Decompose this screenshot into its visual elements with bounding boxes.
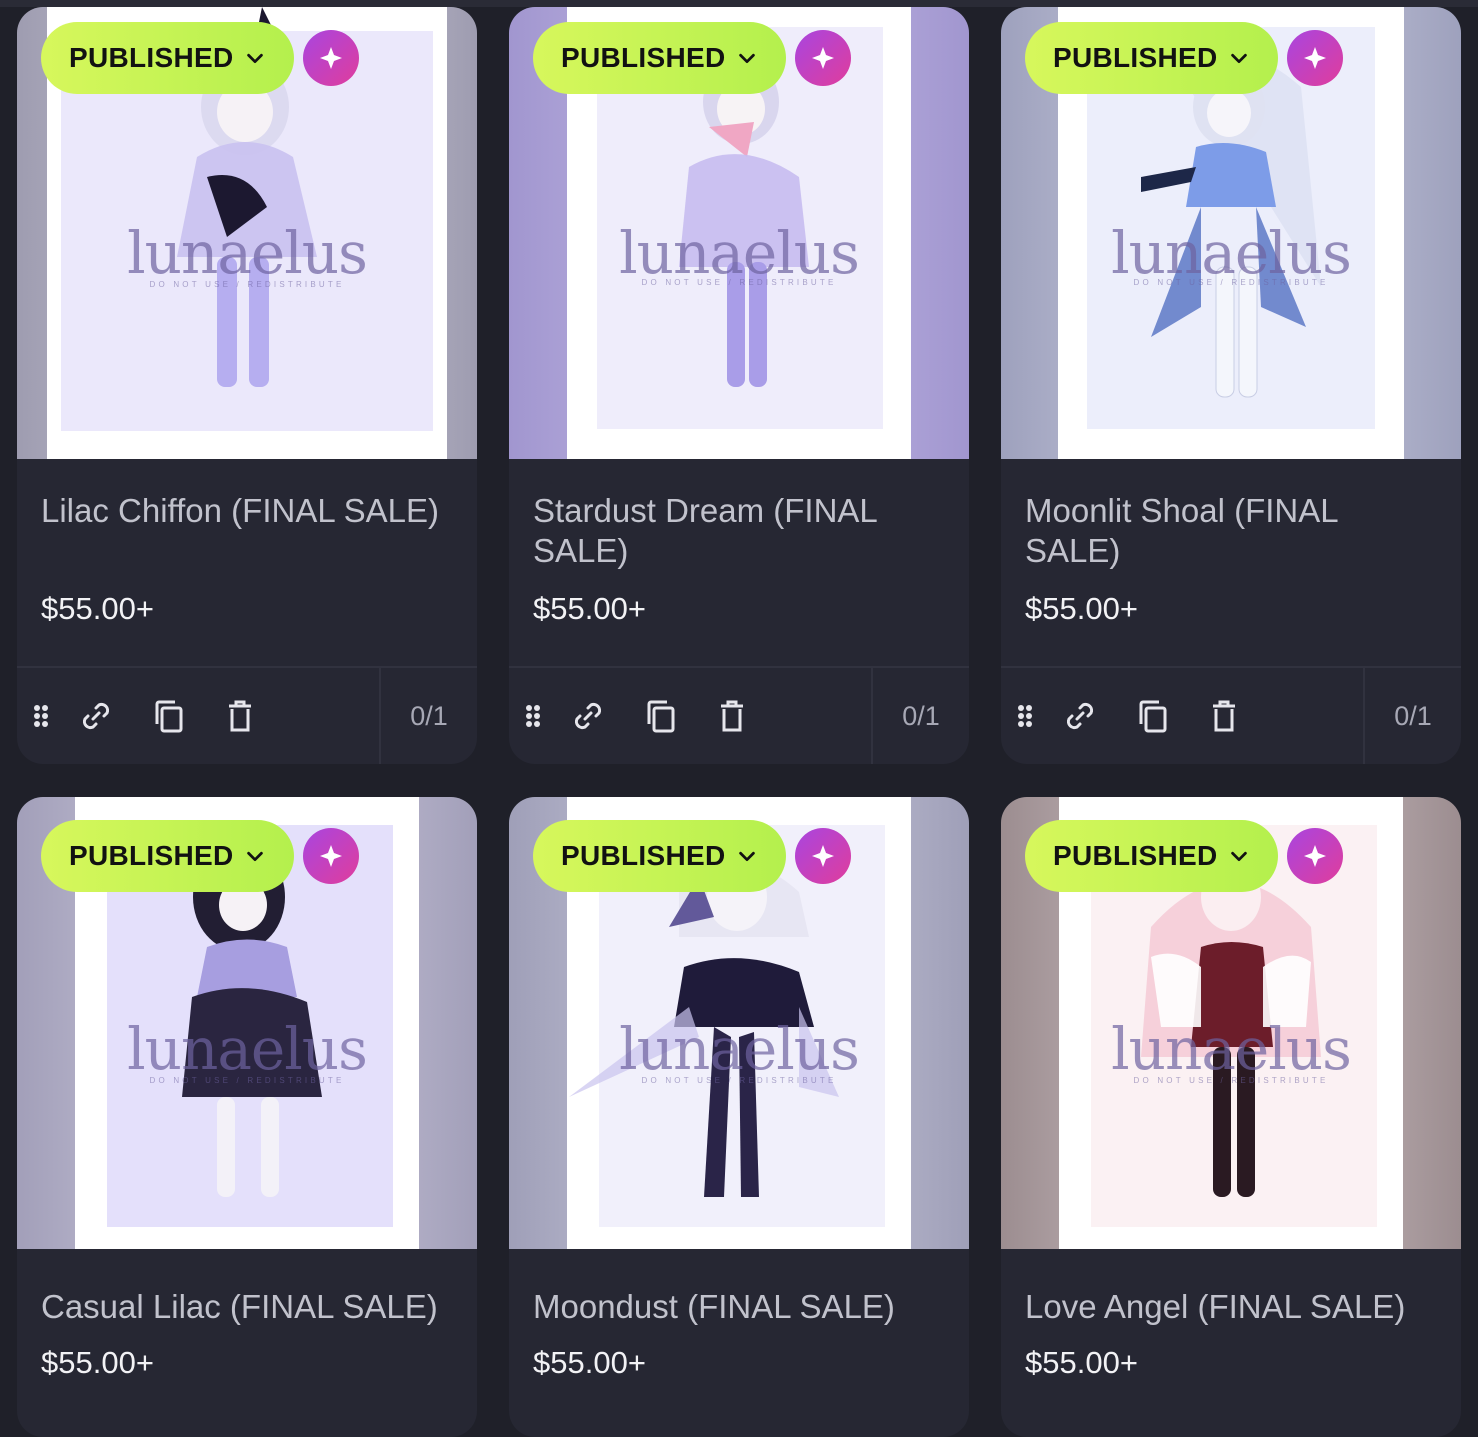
- duplicate-icon: [647, 700, 675, 733]
- listing-actions: 0/1: [17, 666, 477, 764]
- sparkle-icon: [320, 845, 342, 867]
- stock-count: 0/1: [871, 668, 969, 764]
- sparkle-button[interactable]: [1287, 30, 1343, 86]
- chevron-down-icon: [738, 53, 755, 64]
- status-label: PUBLISHED: [69, 42, 234, 73]
- status-label: PUBLISHED: [69, 840, 234, 871]
- drag-handle-icon: [1018, 705, 1032, 727]
- sparkle-icon: [812, 47, 834, 69]
- listing-image[interactable]: lunaelus DO NOT USE / REDISTRIBUTE PUBLI…: [509, 797, 969, 1249]
- listing-image[interactable]: lunaelus DO NOT USE / REDISTRIBUTE PUBLI…: [1001, 7, 1461, 459]
- status-dropdown[interactable]: PUBLISHED: [1025, 820, 1278, 892]
- listing-actions: 0/1: [1001, 666, 1461, 764]
- listing-price: $55.00+: [533, 591, 646, 626]
- stock-count: 0/1: [379, 668, 477, 764]
- duplicate-button[interactable]: [1132, 696, 1172, 736]
- copy-link-button[interactable]: [568, 696, 608, 736]
- listing-image[interactable]: lunaelus DO NOT USE / REDISTRIBUTE PUBLI…: [17, 7, 477, 459]
- chevron-down-icon: [246, 53, 263, 64]
- watermark-subtext: DO NOT USE / REDISTRIBUTE: [149, 280, 345, 289]
- listing-image[interactable]: lunaelus DO NOT USE / REDISTRIBUTE PUBLI…: [509, 7, 969, 459]
- watermark: lunaelus: [1111, 1015, 1352, 1083]
- listing-card[interactable]: lunaelus DO NOT USE / REDISTRIBUTE PUBLI…: [17, 7, 477, 764]
- link-icon: [82, 702, 110, 730]
- listing-title[interactable]: Lilac Chiffon (FINAL SALE): [41, 491, 441, 531]
- delete-button[interactable]: [220, 696, 260, 736]
- top-divider: [0, 0, 1478, 7]
- listing-price: $55.00+: [41, 591, 154, 626]
- sparkle-button[interactable]: [303, 30, 359, 86]
- link-icon: [574, 702, 602, 730]
- chevron-down-icon: [246, 851, 263, 862]
- trash-icon: [1213, 700, 1235, 732]
- status-label: PUBLISHED: [1053, 840, 1218, 871]
- listing-title[interactable]: Moondust (FINAL SALE): [533, 1287, 963, 1327]
- duplicate-icon: [155, 700, 183, 733]
- listing-card[interactable]: lunaelus DO NOT USE / REDISTRIBUTE PUBLI…: [17, 797, 477, 1437]
- sparkle-button[interactable]: [1287, 828, 1343, 884]
- status-label: PUBLISHED: [561, 840, 726, 871]
- drag-handle-icon: [34, 705, 48, 727]
- watermark: lunaelus: [127, 219, 368, 287]
- listing-title[interactable]: Love Angel (FINAL SALE): [1025, 1287, 1455, 1327]
- listing-card[interactable]: lunaelus DO NOT USE / REDISTRIBUTE PUBLI…: [1001, 797, 1461, 1437]
- sparkle-icon: [1304, 47, 1326, 69]
- listing-actions: 0/1: [509, 666, 969, 764]
- drag-handle-icon: [526, 705, 540, 727]
- chevron-down-icon: [1230, 53, 1247, 64]
- trash-icon: [721, 700, 743, 732]
- status-dropdown[interactable]: PUBLISHED: [41, 820, 294, 892]
- duplicate-button[interactable]: [640, 696, 680, 736]
- sparkle-button[interactable]: [303, 828, 359, 884]
- listing-price: $55.00+: [41, 1345, 154, 1380]
- status-dropdown[interactable]: PUBLISHED: [41, 22, 294, 94]
- watermark-subtext: DO NOT USE / REDISTRIBUTE: [1133, 1076, 1329, 1085]
- status-dropdown[interactable]: PUBLISHED: [1025, 22, 1278, 94]
- status-dropdown[interactable]: PUBLISHED: [533, 22, 786, 94]
- watermark-subtext: DO NOT USE / REDISTRIBUTE: [149, 1076, 345, 1085]
- copy-link-button[interactable]: [76, 696, 116, 736]
- watermark-subtext: DO NOT USE / REDISTRIBUTE: [1133, 278, 1329, 287]
- listing-title[interactable]: Moonlit Shoal (FINAL SALE): [1025, 491, 1425, 571]
- chevron-down-icon: [1230, 851, 1247, 862]
- trash-icon: [229, 700, 251, 732]
- copy-link-button[interactable]: [1060, 696, 1100, 736]
- watermark: lunaelus: [1111, 219, 1352, 287]
- sparkle-icon: [1304, 845, 1326, 867]
- listing-image[interactable]: lunaelus DO NOT USE / REDISTRIBUTE PUBLI…: [17, 797, 477, 1249]
- listing-price: $55.00+: [1025, 591, 1138, 626]
- link-icon: [1066, 702, 1094, 730]
- listing-title[interactable]: Stardust Dream (FINAL SALE): [533, 491, 933, 571]
- delete-button[interactable]: [1204, 696, 1244, 736]
- watermark-subtext: DO NOT USE / REDISTRIBUTE: [641, 1076, 837, 1085]
- duplicate-icon: [1139, 700, 1167, 733]
- drag-handle[interactable]: [1005, 696, 1045, 736]
- listing-image[interactable]: lunaelus DO NOT USE / REDISTRIBUTE PUBLI…: [1001, 797, 1461, 1249]
- sparkle-button[interactable]: [795, 828, 851, 884]
- status-label: PUBLISHED: [561, 42, 726, 73]
- sparkle-button[interactable]: [795, 30, 851, 86]
- status-label: PUBLISHED: [1053, 42, 1218, 73]
- status-dropdown[interactable]: PUBLISHED: [533, 820, 786, 892]
- listing-card[interactable]: lunaelus DO NOT USE / REDISTRIBUTE PUBLI…: [509, 797, 969, 1437]
- listing-card[interactable]: lunaelus DO NOT USE / REDISTRIBUTE PUBLI…: [509, 7, 969, 764]
- listing-card[interactable]: lunaelus DO NOT USE / REDISTRIBUTE PUBLI…: [1001, 7, 1461, 764]
- watermark: lunaelus: [127, 1015, 368, 1083]
- listing-title[interactable]: Casual Lilac (FINAL SALE): [41, 1287, 471, 1327]
- watermark-subtext: DO NOT USE / REDISTRIBUTE: [641, 278, 837, 287]
- stock-count: 0/1: [1363, 668, 1461, 764]
- chevron-down-icon: [738, 851, 755, 862]
- drag-handle[interactable]: [513, 696, 553, 736]
- delete-button[interactable]: [712, 696, 752, 736]
- drag-handle[interactable]: [21, 696, 61, 736]
- sparkle-icon: [812, 845, 834, 867]
- duplicate-button[interactable]: [148, 696, 188, 736]
- listing-price: $55.00+: [533, 1345, 646, 1380]
- sparkle-icon: [320, 47, 342, 69]
- watermark: lunaelus: [619, 1015, 860, 1083]
- watermark: lunaelus: [619, 219, 860, 287]
- listing-price: $55.00+: [1025, 1345, 1138, 1380]
